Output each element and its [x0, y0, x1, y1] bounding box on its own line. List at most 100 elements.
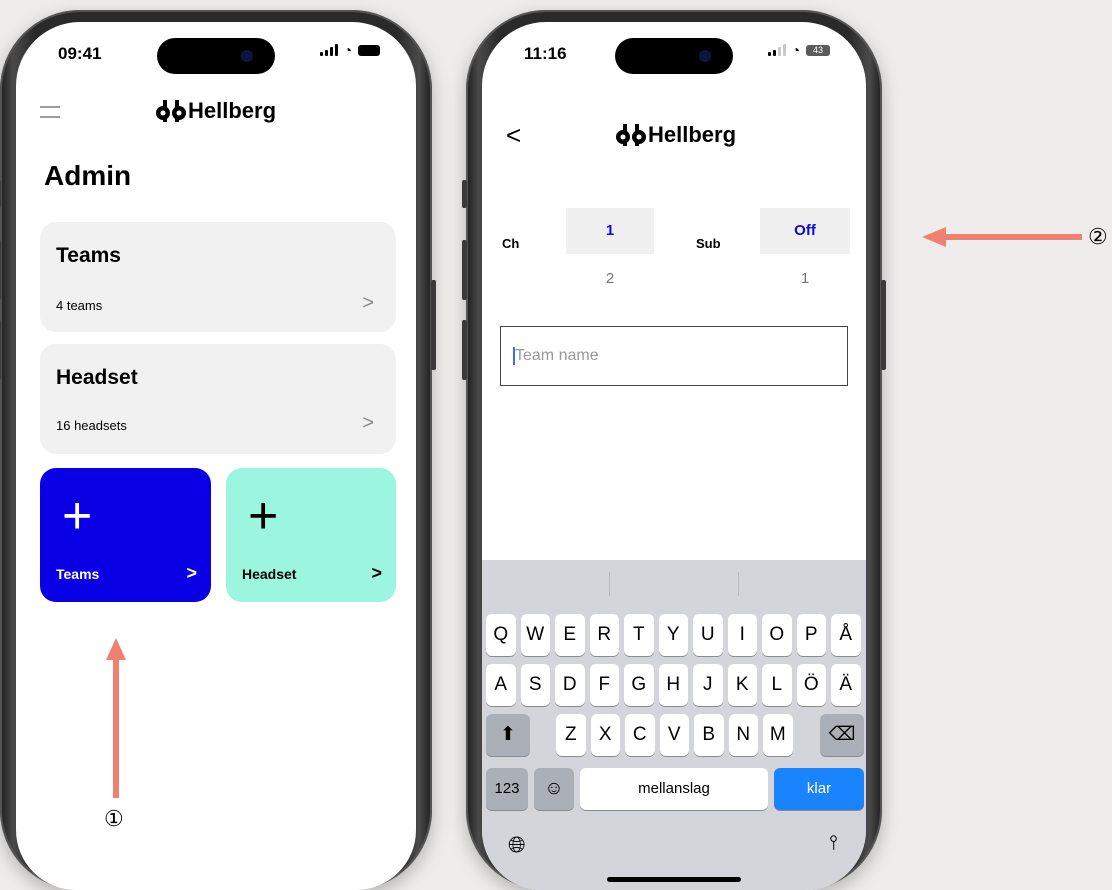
space-key[interactable]: mellanslag: [580, 768, 768, 810]
key-s[interactable]: S: [520, 664, 550, 706]
headset-card-count: 16 headsets: [56, 418, 127, 433]
backspace-key[interactable]: ⌫: [820, 714, 864, 756]
brand-name: Hellberg: [188, 98, 277, 123]
battery-icon: [358, 44, 380, 56]
done-key[interactable]: klar: [774, 768, 864, 810]
key-f[interactable]: F: [589, 664, 619, 706]
key-y[interactable]: Y: [658, 614, 688, 656]
key-v[interactable]: V: [659, 714, 689, 756]
side-button: [462, 320, 467, 380]
key-m[interactable]: M: [763, 714, 793, 756]
add-headset-tile[interactable]: + Headset >: [226, 468, 396, 602]
suggestion-separator: [609, 572, 610, 596]
add-team-tile[interactable]: + Teams >: [40, 468, 211, 602]
key-a[interactable]: A: [486, 664, 516, 706]
dynamic-island: [157, 38, 275, 74]
side-button: [0, 320, 1, 380]
keyboard: QWERTYUIOPÅ ASDFGHJKLÖÄ ⬆ ZXCVBNM ⌫ 123 …: [482, 560, 866, 890]
key-t[interactable]: T: [624, 614, 654, 656]
suggestion-separator: [738, 572, 739, 596]
teams-card[interactable]: Teams 4 teams >: [40, 222, 396, 332]
status-icons: ◔ 43: [767, 43, 830, 57]
key-g[interactable]: G: [624, 664, 654, 706]
plus-icon: +: [62, 487, 93, 545]
sub-value: Off: [794, 222, 816, 239]
key-r[interactable]: R: [589, 614, 619, 656]
headset-card[interactable]: Headset 16 headsets >: [40, 344, 396, 454]
sub-label: Sub: [696, 236, 721, 251]
brand-logo: Hellberg: [156, 98, 276, 124]
signal-icon: [319, 44, 338, 56]
annotation-arrow-left: [922, 227, 1082, 247]
chevron-right-icon: >: [362, 292, 374, 314]
key-z[interactable]: Z: [556, 714, 586, 756]
phone-frame-create-team: 11:16 ◔ 43 < Hellberg Ch 1 2 Sub Off 1 T…: [462, 10, 886, 890]
add-headset-label: Headset: [242, 566, 297, 582]
key-c[interactable]: C: [625, 714, 655, 756]
team-name-input[interactable]: Team name: [500, 326, 848, 386]
add-team-label: Teams: [56, 566, 100, 582]
screen-admin: 09:41 ◔ Hellberg Admin Teams 4 teams > H…: [16, 22, 416, 890]
key-e[interactable]: E: [555, 614, 585, 656]
key-w[interactable]: W: [520, 614, 550, 656]
microphone-icon[interactable]: ⫯: [829, 832, 838, 855]
key-b[interactable]: B: [694, 714, 724, 756]
plus-icon: +: [248, 487, 279, 545]
channel-picker[interactable]: 1: [566, 208, 654, 254]
signal-icon: [767, 44, 786, 56]
key-q[interactable]: Q: [486, 614, 516, 656]
shift-key[interactable]: ⬆: [486, 714, 530, 756]
key-å[interactable]: Å: [831, 614, 861, 656]
key-j[interactable]: J: [693, 664, 723, 706]
side-button: [462, 240, 467, 300]
keyboard-suggestions: [482, 560, 866, 606]
phone-frame-admin: 09:41 ◔ Hellberg Admin Teams 4 teams > H…: [0, 10, 436, 890]
headset-card-title: Headset: [56, 366, 138, 389]
battery-icon: 43: [806, 44, 830, 56]
back-button[interactable]: <: [506, 120, 521, 151]
team-name-placeholder: Team name: [515, 347, 599, 364]
status-icons: ◔: [319, 42, 380, 58]
status-time: 09:41: [58, 44, 102, 63]
annotation-arrow-up: [106, 638, 126, 798]
numbers-key[interactable]: 123: [486, 768, 528, 810]
annotation-number-2: ②: [1088, 224, 1108, 249]
key-k[interactable]: K: [727, 664, 757, 706]
home-indicator: [607, 877, 741, 882]
brand-logo: Hellberg: [616, 122, 736, 148]
key-i[interactable]: I: [727, 614, 757, 656]
side-button: [881, 280, 886, 370]
channel-next-value[interactable]: 2: [566, 270, 654, 287]
key-l[interactable]: L: [762, 664, 792, 706]
side-button: [0, 180, 1, 208]
key-ä[interactable]: Ä: [831, 664, 861, 706]
side-button: [0, 240, 1, 300]
channel-label: Ch: [502, 236, 520, 251]
menu-icon[interactable]: [40, 106, 60, 118]
screen-create-team: 11:16 ◔ 43 < Hellberg Ch 1 2 Sub Off 1 T…: [482, 22, 866, 890]
key-x[interactable]: X: [590, 714, 620, 756]
status-time: 11:16: [524, 44, 567, 63]
chevron-right-icon: >: [186, 563, 197, 583]
key-u[interactable]: U: [693, 614, 723, 656]
key-n[interactable]: N: [728, 714, 758, 756]
hellberg-logo-icon: [156, 100, 186, 122]
wifi-icon: ◔: [343, 42, 352, 58]
key-d[interactable]: D: [555, 664, 585, 706]
sub-next-value[interactable]: 1: [760, 270, 850, 287]
key-ö[interactable]: Ö: [796, 664, 826, 706]
page-title: Admin: [44, 160, 132, 191]
globe-icon[interactable]: 🌐︎: [508, 832, 526, 858]
brand-name: Hellberg: [648, 122, 737, 147]
key-o[interactable]: O: [762, 614, 792, 656]
channel-value: 1: [605, 222, 615, 239]
emoji-key[interactable]: ☺: [534, 768, 574, 810]
dynamic-island: [615, 38, 733, 74]
hellberg-logo-icon: [616, 124, 646, 146]
key-h[interactable]: H: [658, 664, 688, 706]
sub-picker[interactable]: Off: [760, 208, 850, 254]
teams-card-count: 4 teams: [56, 298, 103, 313]
side-button: [431, 280, 436, 370]
annotation-number-1: ①: [104, 806, 124, 831]
key-p[interactable]: P: [796, 614, 826, 656]
